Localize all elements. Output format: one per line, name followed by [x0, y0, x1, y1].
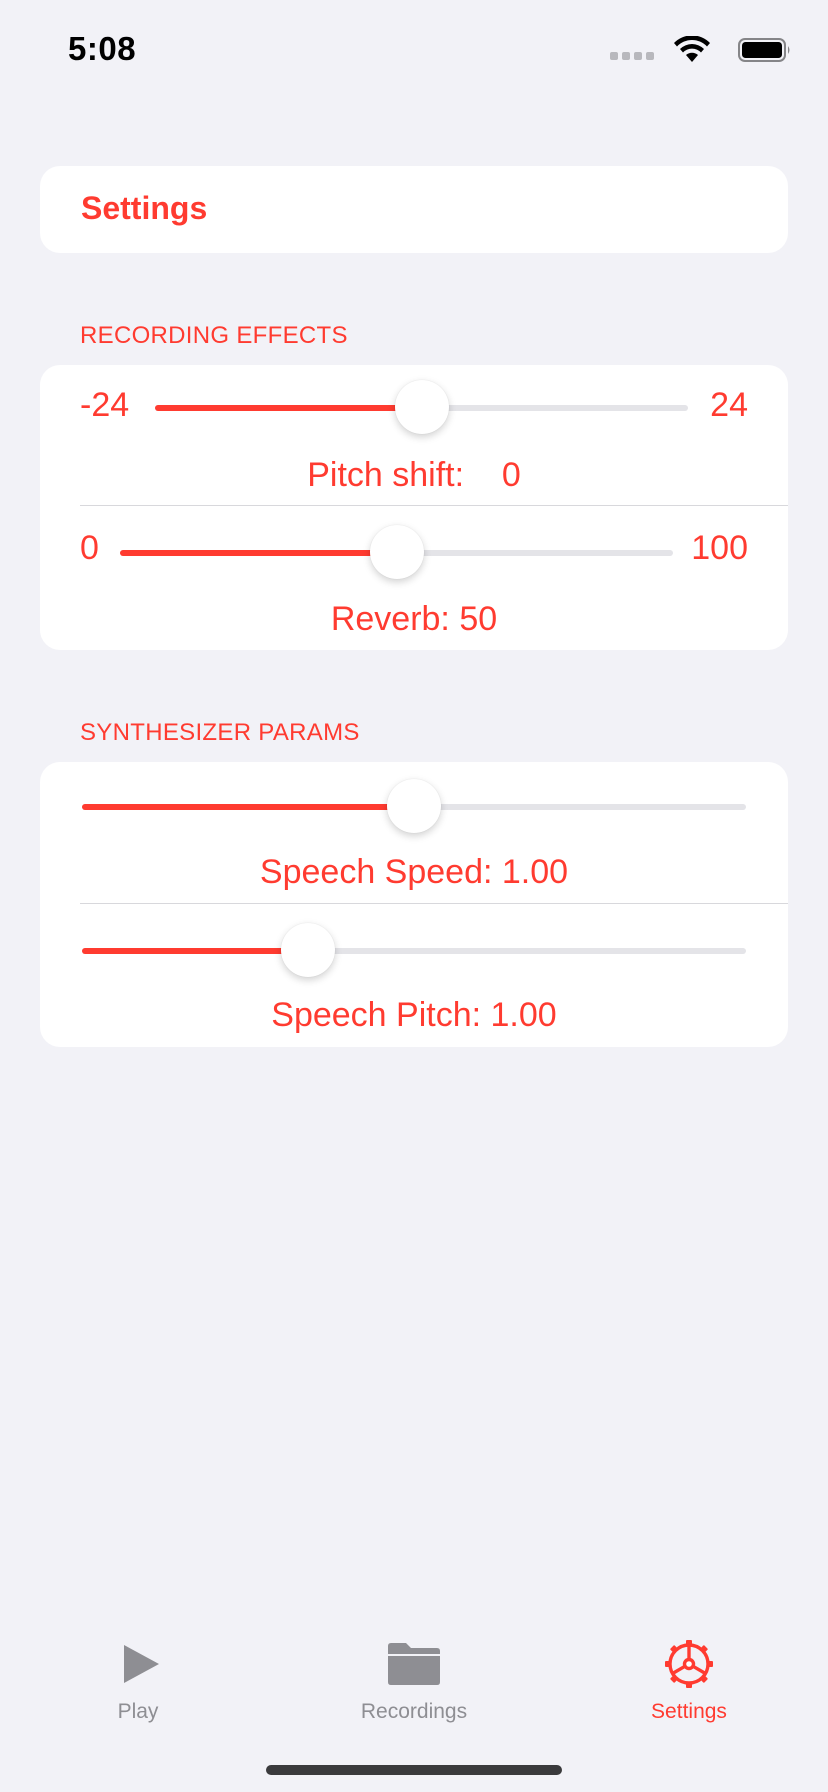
divider: [80, 903, 788, 904]
pitch-min-label: -24: [80, 386, 130, 424]
status-bar: 5:08: [0, 0, 828, 100]
reverb-slider[interactable]: [120, 525, 673, 579]
reverb-caption: Reverb: 50: [330, 600, 498, 638]
pitch-shift-slider[interactable]: [155, 380, 688, 434]
speech-speed-slider[interactable]: [82, 779, 746, 833]
battery-icon: [738, 38, 790, 62]
pitch-slider-thumb[interactable]: [395, 380, 449, 434]
speech-pitch-slider-thumb[interactable]: [281, 923, 335, 977]
tab-label: Settings: [651, 1700, 727, 1723]
tab-label: Recordings: [360, 1700, 468, 1723]
section-header-recording-effects: RECORDING EFFECTS: [80, 322, 348, 349]
section-header-synthesizer-params: SYNTHESIZER PARAMS: [80, 719, 360, 746]
tab-label: Play: [117, 1700, 159, 1723]
status-time: 5:08: [68, 30, 137, 67]
speech-speed-slider-fill: [82, 804, 414, 810]
divider: [80, 505, 788, 506]
status-icons: [592, 36, 792, 64]
reverb-slider-fill: [120, 550, 397, 556]
pitch-max-label: 24: [710, 386, 748, 424]
speech-pitch-caption: Speech Pitch: 1.00: [271, 996, 557, 1034]
speech-speed-caption: Speech Speed: 1.00: [259, 853, 569, 891]
signal-icon: [610, 52, 654, 60]
reverb-min-label: 0: [80, 529, 99, 567]
pitch-slider-fill: [155, 405, 422, 411]
speech-pitch-slider-fill: [82, 948, 308, 954]
tab-recordings[interactable]: Recordings: [314, 1640, 514, 1750]
recording-effects-card: -24 24 Pitch shift: 0 0 100 Reverb: 50: [40, 365, 788, 650]
reverb-max-label: 100: [691, 529, 748, 567]
gear-icon: [665, 1640, 713, 1688]
speech-pitch-slider[interactable]: [82, 923, 746, 977]
tab-play[interactable]: Play: [38, 1640, 238, 1750]
pitch-shift-caption: Pitch shift: 0: [307, 456, 521, 494]
home-indicator[interactable]: [266, 1765, 562, 1775]
title-card: Settings: [40, 166, 788, 253]
speech-speed-slider-thumb[interactable]: [387, 779, 441, 833]
synthesizer-params-card: Speech Speed: 1.00 Speech Pitch: 1.00: [40, 762, 788, 1047]
reverb-slider-thumb[interactable]: [370, 525, 424, 579]
play-icon: [124, 1645, 159, 1683]
tab-settings[interactable]: Settings: [589, 1640, 789, 1750]
wifi-icon: [674, 36, 710, 62]
folder-icon: [388, 1643, 440, 1685]
page-title: Settings: [81, 190, 208, 226]
